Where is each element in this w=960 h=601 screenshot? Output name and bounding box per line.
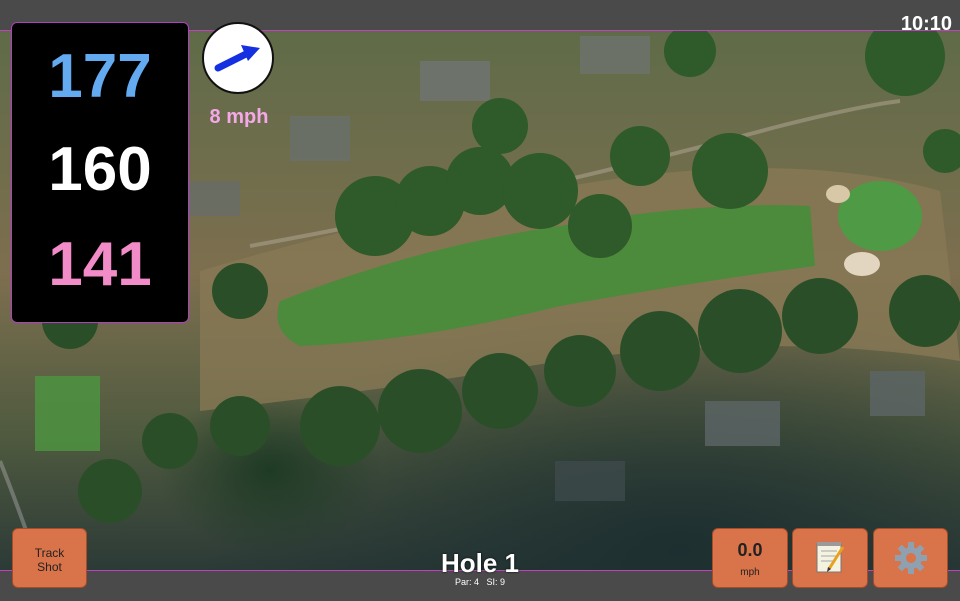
wind-indicator <box>202 22 274 94</box>
speed-button[interactable]: 0.0 mph <box>712 528 788 588</box>
wind-speed: 8 mph <box>209 106 269 128</box>
track-shot-button[interactable]: Track Shot <box>12 528 87 588</box>
par-label: Par: 4 <box>454 577 479 587</box>
gear-icon <box>895 542 927 574</box>
stroke-index-label: SI: 9 <box>486 577 506 587</box>
speed-unit: mph <box>740 567 760 578</box>
notepad-icon <box>816 542 845 573</box>
distance-front: 141 <box>48 230 152 299</box>
wind-arrow-icon <box>214 45 260 72</box>
distance-back: 177 <box>48 42 152 111</box>
track-shot-label-line2: Shot <box>37 560 62 574</box>
settings-button[interactable] <box>873 528 948 588</box>
track-shot-label-line1: Track <box>34 546 65 560</box>
distance-panel: 177 160 141 <box>11 22 189 323</box>
distance-middle: 160 <box>48 135 152 204</box>
hole-info: Par: 4 SI: 9 <box>380 578 580 587</box>
hole-title: Hole 1 <box>440 548 520 578</box>
speed-value: 0.0 <box>737 540 763 560</box>
scorecard-notes-button[interactable] <box>792 528 868 588</box>
